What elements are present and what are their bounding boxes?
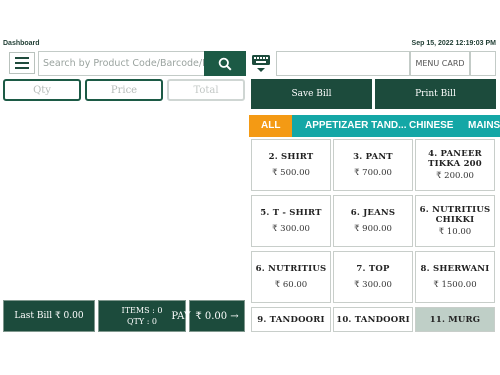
product-price: ₹ 60.00 <box>274 280 308 290</box>
menu-icon-line <box>15 62 29 64</box>
product-tile[interactable]: 10. TANDOORI <box>333 307 413 332</box>
product-tile-selected[interactable]: 11. MURG <box>415 307 495 332</box>
product-name: 5. T - SHIRT <box>260 208 322 218</box>
product-tile[interactable]: 6. NUTRITIUS ₹ 60.00 <box>251 251 331 303</box>
menu-icon-line <box>15 57 29 59</box>
product-tile[interactable]: 3. PANT ₹ 700.00 <box>333 139 413 191</box>
print-bill-button[interactable]: Print Bill <box>375 79 496 109</box>
product-tile[interactable]: 7. TOP ₹ 300.00 <box>333 251 413 303</box>
product-tile[interactable]: 6. JEANS ₹ 900.00 <box>333 195 413 247</box>
tab-mains[interactable]: MAINS <box>468 115 500 137</box>
product-name: 8. SHERWANI <box>420 264 490 274</box>
qty-count: QTY : 0 <box>126 317 158 326</box>
product-price: ₹ 10.00 <box>438 227 472 237</box>
product-tile[interactable]: 9. TANDOORI <box>251 307 331 332</box>
price-column-header: Price <box>85 79 163 101</box>
datetime-label: Sep 15, 2022 12:19:03 PM <box>411 40 496 47</box>
product-tile[interactable]: 2. SHIRT ₹ 500.00 <box>251 139 331 191</box>
product-name: 3. PANT <box>353 152 393 162</box>
search-input[interactable]: Search by Product Code/Barcode/Name <box>38 51 205 76</box>
last-bill-button[interactable]: Last Bill ₹ 0.00 <box>3 300 95 332</box>
menu-icon-line <box>15 67 29 69</box>
menu-card-button[interactable]: MENU CARD <box>410 51 470 76</box>
category-tabs: ALL APPETIZAER TAND... CHINESE MAINS <box>249 115 500 137</box>
product-name: 6. NUTRITIUS CHIKKI <box>419 205 491 225</box>
total-column-header: Total <box>167 79 245 101</box>
hamburger-menu-button[interactable] <box>9 52 35 74</box>
product-price: ₹ 300.00 <box>272 224 310 234</box>
save-bill-button[interactable]: Save Bill <box>251 79 372 109</box>
pay-button[interactable]: ₹ 0.00 → <box>189 300 245 332</box>
tab-appetizer-tandoor[interactable]: APPETIZAER TAND... <box>305 115 406 137</box>
tab-all[interactable]: ALL <box>249 115 293 137</box>
tab-chinese[interactable]: CHINESE <box>409 115 453 137</box>
product-name: 10. TANDOORI <box>336 314 410 325</box>
search-icon <box>218 57 232 71</box>
product-price: ₹ 700.00 <box>354 168 392 178</box>
product-tile[interactable]: 6. NUTRITIUS CHIKKI ₹ 10.00 <box>415 195 495 247</box>
product-price: ₹ 900.00 <box>354 224 392 234</box>
product-price: ₹ 300.00 <box>354 280 392 290</box>
search-button[interactable] <box>204 51 246 76</box>
product-name: 6. JEANS <box>350 208 396 218</box>
product-name: 4. PANEER TIKKA 200 <box>428 149 482 169</box>
product-tile[interactable]: 4. PANEER TIKKA 200 ₹ 200.00 <box>415 139 495 191</box>
product-price: ₹ 1500.00 <box>433 280 477 290</box>
pay-label: PAY <box>171 310 191 322</box>
product-price: ₹ 500.00 <box>272 168 310 178</box>
product-name: 6. NUTRITIUS <box>255 264 327 274</box>
product-name: 2. SHIRT <box>268 152 314 162</box>
product-tile[interactable]: 8. SHERWANI ₹ 1500.00 <box>415 251 495 303</box>
keyboard-icon <box>252 55 270 72</box>
product-tile[interactable]: 5. T - SHIRT ₹ 300.00 <box>251 195 331 247</box>
page-title: Dashboard <box>3 40 40 47</box>
product-entry-field[interactable] <box>276 51 410 76</box>
product-name: 9. TANDOORI <box>257 314 325 325</box>
qty-column-header: Qty <box>3 79 81 101</box>
menu-card-field[interactable] <box>470 51 496 76</box>
product-price: ₹ 200.00 <box>436 171 474 181</box>
keyboard-button[interactable] <box>251 53 271 74</box>
product-name: 11. MURG <box>429 314 481 325</box>
items-count: ITEMS : 0 <box>121 306 163 315</box>
product-name: 7. TOP <box>356 264 390 274</box>
